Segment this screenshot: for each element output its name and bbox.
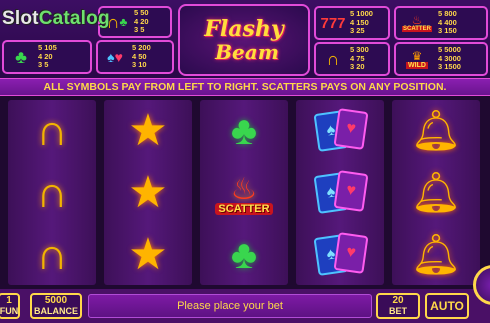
bell-icon: 🔔︎: [410, 109, 462, 153]
club-icon: ♣: [15, 46, 27, 67]
seven-icon: 777: [320, 14, 346, 32]
reel-cell: ♠ ♥: [296, 224, 384, 286]
bet-value: 20: [392, 295, 404, 306]
scatter-label: SCATTER: [215, 202, 273, 215]
horseshoe-icon: ∩: [36, 230, 68, 279]
star-icon: ★: [128, 106, 168, 155]
reel-cell: ★: [104, 162, 192, 224]
reel-cell: ∩: [8, 100, 96, 162]
star-icon: ★: [128, 230, 168, 279]
fun-label: FUN: [0, 306, 19, 316]
reel-cell: ★: [104, 224, 192, 286]
chili-flame-icon: ♨: [230, 172, 258, 206]
reel-area: ∩ ∩ ∩ ★ ★ ★ ♣ ♨ SCATTER ♣ ♠ ♥ ♠ ♥ ♠ ♥ 🔔︎ 🔔︎…: [0, 96, 490, 289]
cards-icon: ♠ ♥: [310, 108, 370, 153]
fun-value: 1: [6, 295, 12, 306]
reel-cell: ∩: [8, 162, 96, 224]
paytable-cards: ♠ ♥ 5 200 4 50 3 10: [96, 40, 174, 74]
site-watermark: SlotCatalog: [2, 8, 110, 29]
star-icon: ★: [128, 168, 168, 217]
club-icon: ♣: [230, 109, 258, 153]
logo-line-1: Flashy: [204, 16, 284, 42]
reel-2: ★ ★ ★: [104, 100, 192, 285]
fun-display[interactable]: 1 FUN: [0, 293, 20, 319]
reel-cell: ♣: [200, 224, 288, 286]
control-bar: 1 FUN 5000 BALANCE Please place your bet…: [0, 289, 490, 323]
scatter-icon: ♨ SCATTER: [215, 172, 273, 215]
balance-label: BALANCE: [34, 306, 78, 316]
auto-button[interactable]: AUTO: [425, 293, 469, 319]
paytable-horseshoe: ∩ 5 300 4 75 3 20: [314, 42, 390, 76]
horseshoe-icon: ∩: [326, 48, 340, 69]
reel-cell: ★: [104, 100, 192, 162]
paytable-sevens: 777 5 1000 4 150 3 25: [314, 6, 390, 40]
horseshoe-icon: ∩: [36, 106, 68, 155]
paytable-scatter: ♨ SCATTER 5 800 4 400 3 150: [394, 6, 488, 40]
horseshoe-icon: ∩: [36, 168, 68, 217]
reel-cell: ♨ SCATTER: [200, 162, 288, 224]
bell-icon: 🔔︎: [410, 233, 462, 277]
balance-display: 5000 BALANCE: [30, 293, 82, 319]
scatter-icon: ♨ SCATTER: [402, 13, 432, 32]
pay-value: 3 150: [438, 26, 457, 36]
reel-cell: 🔔︎: [392, 162, 480, 224]
pay-value: 3 10: [132, 60, 147, 70]
wild-icon: ♛ WILD: [406, 48, 428, 69]
bell-icon: 🔔︎: [410, 171, 462, 215]
status-message: Please place your bet: [88, 294, 372, 318]
rules-banner: ALL SYMBOLS PAY FROM LEFT TO RIGHT. SCAT…: [0, 78, 490, 96]
pay-value: 3 20: [350, 62, 365, 72]
reel-cell: ♠ ♥: [296, 162, 384, 224]
reel-cell: ♣: [200, 100, 288, 162]
logo-line-2: Beam: [215, 40, 279, 64]
balance-value: 5000: [44, 295, 68, 306]
bet-label: BET: [389, 306, 407, 316]
pay-value: 3 5: [38, 60, 49, 70]
reel-1: ∩ ∩ ∩: [8, 100, 96, 285]
reel-cell: 🔔︎: [392, 100, 480, 162]
reel-cell: ♠ ♥: [296, 100, 384, 162]
reel-4: ♠ ♥ ♠ ♥ ♠ ♥: [296, 100, 384, 285]
cards-icon: ♠ ♥: [310, 232, 370, 277]
paytable: SlotCatalog ∩ ♣ 5 50 4 20 3 5 ♣ 5 105 4 2…: [0, 0, 490, 78]
cards-icon: ♠ ♥: [107, 49, 123, 65]
club-icon: ♣: [230, 233, 258, 277]
bet-selector[interactable]: 20 BET: [376, 293, 420, 319]
reel-5: 🔔︎ 🔔︎ 🔔︎: [392, 100, 480, 285]
pay-value: 3 1500: [438, 62, 461, 72]
paytable-club: ♣ 5 105 4 20 3 5: [2, 40, 92, 74]
cards-icon: ♠ ♥: [310, 170, 370, 215]
reel-cell: ∩: [8, 224, 96, 286]
game-logo: Flashy Beam: [178, 4, 310, 76]
reel-3: ♣ ♨ SCATTER ♣: [200, 100, 288, 285]
paytable-wild: ♛ WILD 5 5000 4 3000 3 1500: [394, 42, 488, 76]
reel-cell: 🔔︎: [392, 224, 480, 286]
pay-value: 3 5: [134, 25, 145, 35]
pay-value: 3 25: [350, 26, 365, 36]
